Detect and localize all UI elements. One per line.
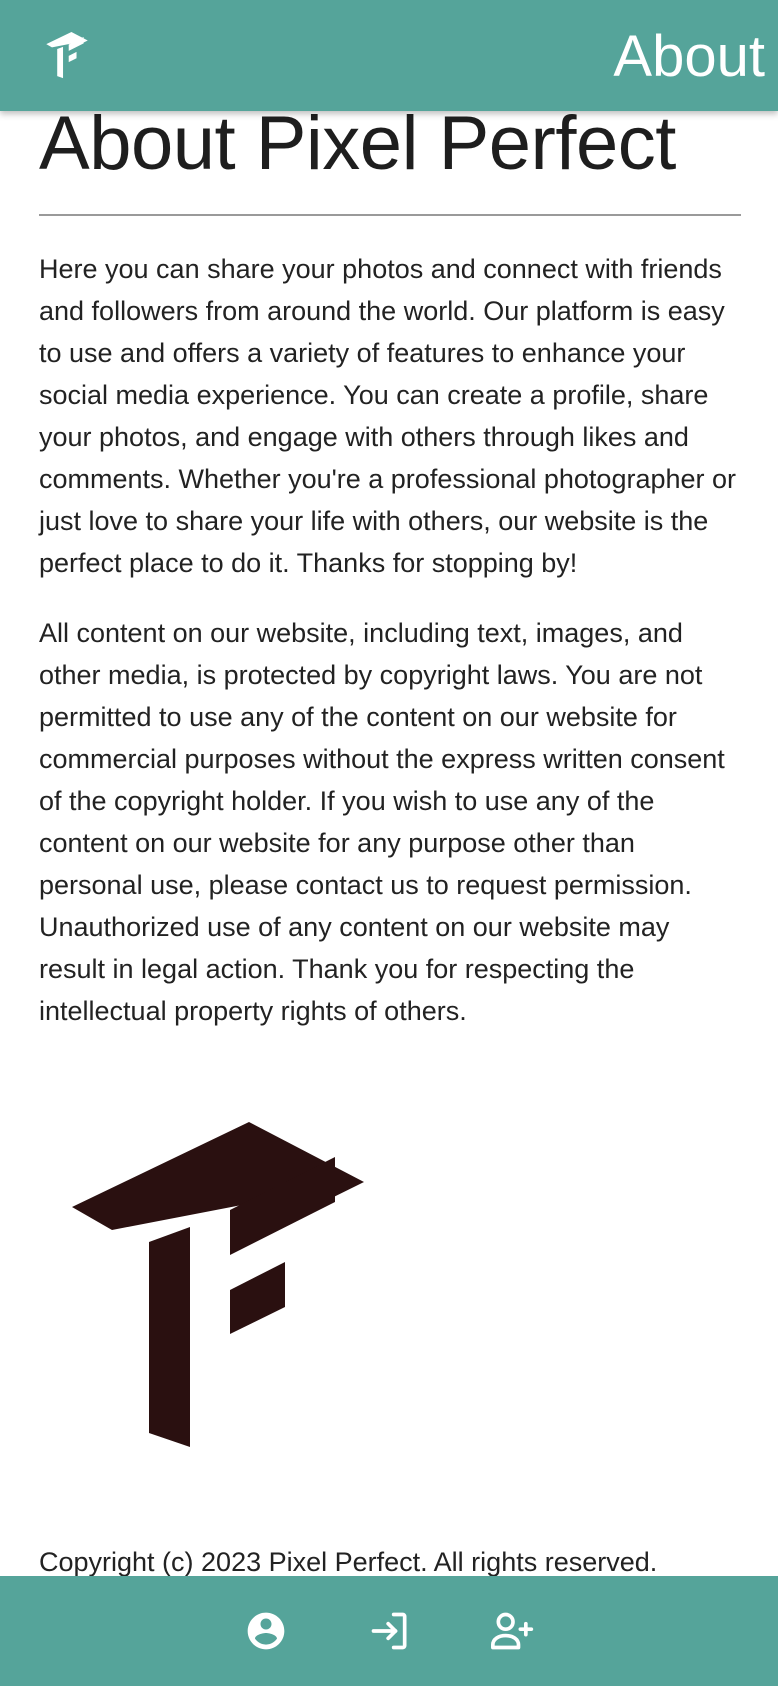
pixel-perfect-logo-image bbox=[72, 1122, 364, 1447]
top-app-bar: About bbox=[0, 0, 778, 111]
bottom-navigation bbox=[0, 1576, 778, 1686]
about-content: About Pixel Perfect Here you can share y… bbox=[39, 96, 741, 1032]
register-button[interactable] bbox=[483, 1601, 543, 1661]
page-title: About bbox=[613, 24, 765, 89]
login-icon bbox=[371, 1612, 407, 1650]
login-button[interactable] bbox=[360, 1601, 420, 1661]
profile-button[interactable] bbox=[236, 1601, 296, 1661]
account-circle-icon bbox=[247, 1612, 285, 1650]
pixel-perfect-logo-icon[interactable] bbox=[46, 32, 92, 82]
copyright-notice-paragraph: All content on our website, including te… bbox=[39, 618, 725, 1026]
add-user-icon bbox=[491, 1612, 534, 1650]
divider bbox=[39, 214, 741, 216]
intro-paragraph: Here you can share your photos and conne… bbox=[39, 254, 737, 578]
